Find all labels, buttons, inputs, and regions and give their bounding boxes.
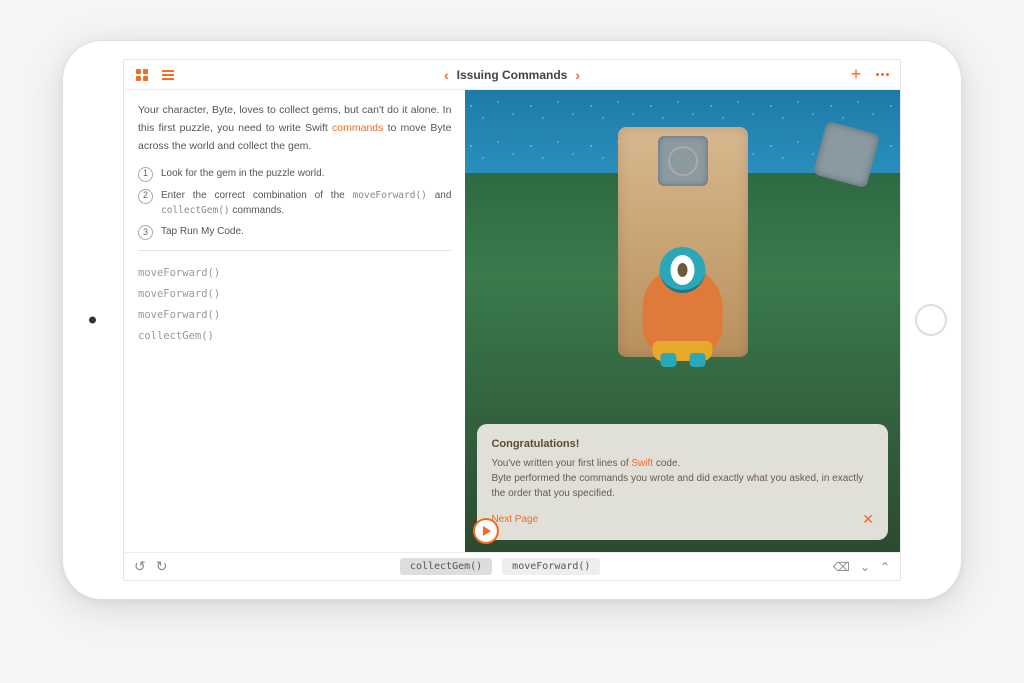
next-page-chevron-icon[interactable]: › <box>575 67 580 83</box>
puzzle-world-pane: Congratulations! You've written your fir… <box>465 90 900 552</box>
home-button[interactable] <box>915 304 947 336</box>
more-options-icon[interactable] <box>874 67 890 83</box>
swift-link[interactable]: Swift <box>631 458 653 469</box>
top-toolbar: ‹ Issuing Commands › + <box>124 60 900 90</box>
app-screen: ‹ Issuing Commands › + Your character, B… <box>123 59 901 581</box>
code-editor[interactable]: moveForward() moveForward() moveForward(… <box>138 263 451 347</box>
step-text: Enter the correct combination of the mov… <box>161 188 451 219</box>
step-text: Look for the gem in the puzzle world. <box>161 166 451 182</box>
front-camera <box>89 317 96 324</box>
code-line: collectGem() <box>138 326 451 347</box>
grid-view-icon[interactable] <box>134 67 150 83</box>
intro-paragraph: Your character, Byte, loves to collect g… <box>138 102 451 156</box>
code-snippet: moveForward() <box>353 190 427 201</box>
step-number: 1 <box>138 167 153 182</box>
code-line: moveForward() <box>138 284 451 305</box>
ipad-device-frame: ‹ Issuing Commands › + Your character, B… <box>62 40 962 600</box>
keyboard-down-icon[interactable]: ⌄ <box>860 560 870 574</box>
next-page-link[interactable]: Next Page <box>491 512 538 527</box>
byte-character <box>640 247 725 367</box>
steps-list: 1 Look for the gem in the puzzle world. … <box>138 166 451 241</box>
decor-cube <box>813 121 880 188</box>
backspace-icon[interactable]: ⌫ <box>833 560 850 574</box>
step-number: 3 <box>138 225 153 240</box>
main-content: Your character, Byte, loves to collect g… <box>124 90 900 552</box>
code-line: moveForward() <box>138 263 451 284</box>
redo-button[interactable]: ↻ <box>156 558 168 575</box>
page-title: Issuing Commands <box>457 68 568 82</box>
step-text: Tap Run My Code. <box>161 224 451 240</box>
congratulations-popup: Congratulations! You've written your fir… <box>477 424 888 541</box>
code-line: moveForward() <box>138 305 451 326</box>
add-button[interactable]: + <box>848 67 864 83</box>
step-item: 2 Enter the correct combination of the m… <box>138 188 451 219</box>
suggestion-chip-collectgem[interactable]: collectGem() <box>400 558 492 575</box>
suggestion-chip-moveforward[interactable]: moveForward() <box>502 558 600 575</box>
popup-line-2: Byte performed the commands you wrote an… <box>491 471 874 501</box>
popup-title: Congratulations! <box>491 436 874 453</box>
switch-tile <box>658 136 708 186</box>
step-item: 3 Tap Run My Code. <box>138 224 451 240</box>
popup-line-1: You've written your first lines of Swift… <box>491 456 874 471</box>
step-number: 2 <box>138 189 153 204</box>
divider <box>138 250 451 251</box>
instructions-pane: Your character, Byte, loves to collect g… <box>124 90 465 552</box>
close-popup-icon[interactable]: ✕ <box>862 509 874 530</box>
step-item: 1 Look for the gem in the puzzle world. <box>138 166 451 182</box>
commands-link[interactable]: commands <box>332 122 383 134</box>
undo-button[interactable]: ↺ <box>134 558 146 575</box>
prev-page-chevron-icon[interactable]: ‹ <box>444 67 449 83</box>
bottom-toolbar: ↺ ↻ collectGem() moveForward() ⌫ ⌄ ⌃ <box>124 552 900 580</box>
code-snippet: collectGem() <box>161 205 230 216</box>
keyboard-up-icon[interactable]: ⌃ <box>880 560 890 574</box>
list-view-icon[interactable] <box>160 67 176 83</box>
